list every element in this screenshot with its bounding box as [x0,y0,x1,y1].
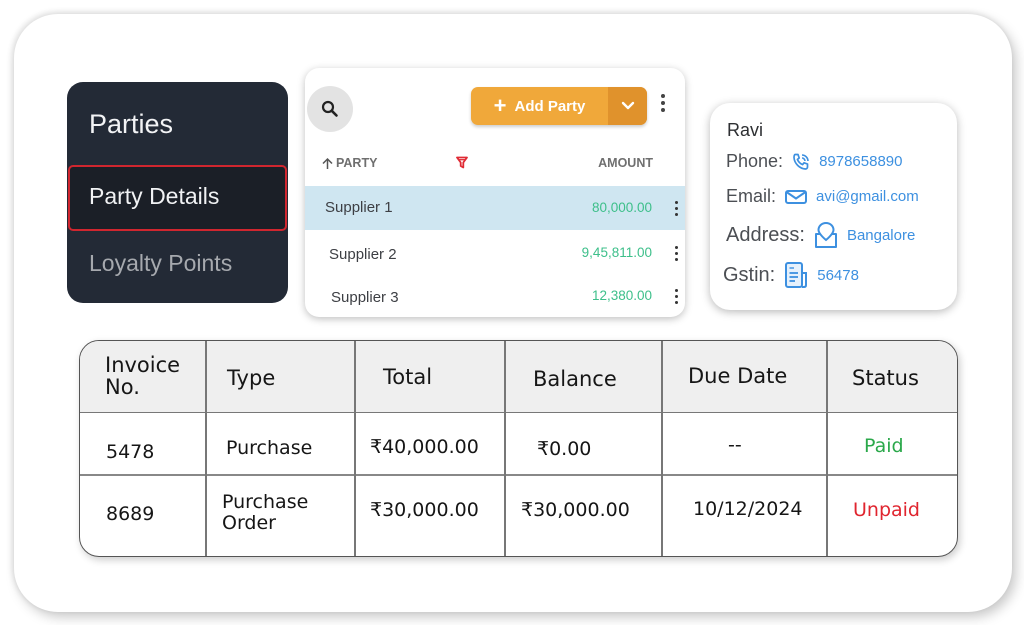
search-icon [321,100,338,117]
party-amount: 9,45,811.00 [581,245,652,260]
invoice-total: ₹40,000.00 [370,436,479,458]
status-badge: Unpaid [853,499,920,521]
party-row[interactable]: Supplier 2 9,45,811.00 [305,233,685,277]
invoice-no: 5478 [106,441,155,463]
document-icon [783,261,809,289]
col-divider [661,341,663,556]
more-options-icon[interactable] [660,94,666,112]
address-label: Address: [726,223,805,246]
party-row[interactable]: Supplier 1 80,000.00 [305,186,685,230]
sidebar-item-loyalty-points[interactable]: Loyalty Points [89,250,232,277]
add-party-label: Add Party [514,97,586,115]
contact-email-row: Email: avi@gmail.com [726,186,919,207]
sidebar-item-party-details[interactable]: Party Details [68,165,287,231]
party-name: Supplier 2 [329,246,397,263]
party-column-header[interactable]: PARTY [321,156,377,170]
arrow-up-icon [322,157,333,169]
header-invoice-no: Invoice No. [105,354,180,398]
header-balance: Balance [533,367,617,391]
type-line: Order [222,512,276,534]
invoice-no: 8689 [106,503,155,525]
invoice-due-date: 10/12/2024 [693,498,803,520]
invoice-due-date: -- [728,434,742,456]
party-amount: 80,000.00 [591,200,652,215]
row-menu-icon[interactable] [673,246,679,261]
type-line: Purchase [222,491,309,513]
mail-icon [784,188,808,206]
status-badge: Paid [864,435,904,457]
gstin-value: 56478 [817,266,859,284]
phone-label: Phone: [726,151,784,171]
address-link[interactable]: Bangalore [847,227,915,244]
contact-address-row: Address: Bangalore [726,221,915,249]
filter-icon [456,156,468,169]
contact-name: Ravi [727,120,764,140]
contact-phone-row: Phone: 8978658890 [726,151,903,172]
add-party-button[interactable]: + Add Party [471,87,647,125]
header-due-date: Due Date [688,364,788,388]
header-total: Total [383,365,433,389]
invoice-table: Invoice No. Type Total Balance Due Date … [79,340,958,557]
phone-icon [791,152,811,172]
invoice-type: Purchase [226,437,313,459]
search-button[interactable] [307,86,353,132]
party-list-card: + Add Party PARTY AMOUNT Supplier 1 80,0… [305,68,685,317]
party-amount: 12,380.00 [591,288,652,303]
party-name: Supplier 1 [325,199,393,216]
invoice-balance: ₹30,000.00 [521,499,630,521]
party-name: Supplier 3 [331,289,399,306]
invoice-balance: ₹0.00 [537,438,592,460]
header-line: No. [105,375,140,399]
chevron-down-icon [621,101,634,110]
gstin-label: Gstin: [723,263,776,286]
contact-card: Ravi Phone: 8978658890 Email: avi@gmail.… [710,103,957,310]
invoice-type: Purchase Order [222,492,308,534]
add-party-main[interactable]: + Add Party [471,87,608,125]
location-icon [813,221,839,249]
sidebar-title: Parties [89,109,174,139]
col-divider [504,341,506,556]
party-row[interactable]: Supplier 3 12,380.00 [305,276,685,317]
contact-gstin-row: Gstin: 56478 [723,261,859,289]
invoice-total: ₹30,000.00 [370,499,479,521]
email-link[interactable]: avi@gmail.com [816,188,919,205]
col-divider [354,341,356,556]
header-status: Status [852,366,919,390]
filter-button[interactable] [456,156,468,172]
header-type: Type [227,366,276,390]
phone-link[interactable]: 8978658890 [819,153,902,170]
amount-column-header[interactable]: AMOUNT [598,156,653,170]
parties-sidebar: Parties Party Details Loyalty Points [67,82,288,303]
add-party-dropdown[interactable] [608,87,647,125]
row-menu-icon[interactable] [673,201,679,216]
col-divider [826,341,828,556]
row-menu-icon[interactable] [673,289,679,304]
sidebar-item-label: Party Details [89,183,220,209]
plus-icon: + [493,93,507,118]
header-line: Invoice [105,353,181,377]
email-label: Email: [726,186,777,206]
col-divider [205,341,207,556]
